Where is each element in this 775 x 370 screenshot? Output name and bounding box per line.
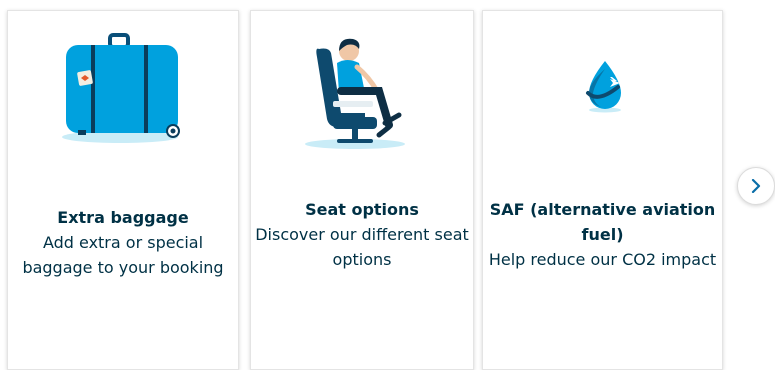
suitcase-icon [62,33,180,143]
illustration [251,31,473,156]
card-description: Help reduce our CO2 impact [488,250,717,269]
illustration [483,31,722,156]
fuel-drop-plane-icon [585,61,621,113]
card-title: Seat options [305,200,419,219]
card-text: Seat options Discover our different seat… [255,197,469,272]
card-title: Extra baggage [57,208,189,227]
card-seat-options[interactable]: Seat options Discover our different seat… [250,10,474,370]
card-title: SAF (alternative aviation fuel) [489,200,716,244]
seated-passenger-icon [305,38,405,149]
card-saf[interactable]: SAF (alternative aviation fuel) Help red… [482,10,723,370]
card-text: SAF (alternative aviation fuel) Help red… [487,197,718,272]
illustration [8,31,238,156]
card-description: Discover our different seat options [255,225,469,269]
chevron-right-icon [751,179,761,193]
card-extra-baggage[interactable]: Extra baggage Add extra or special bagga… [7,10,239,370]
carousel-next-button[interactable] [737,167,775,205]
card-text: Extra baggage Add extra or special bagga… [12,205,234,280]
card-description: Add extra or special baggage to your boo… [22,233,224,277]
